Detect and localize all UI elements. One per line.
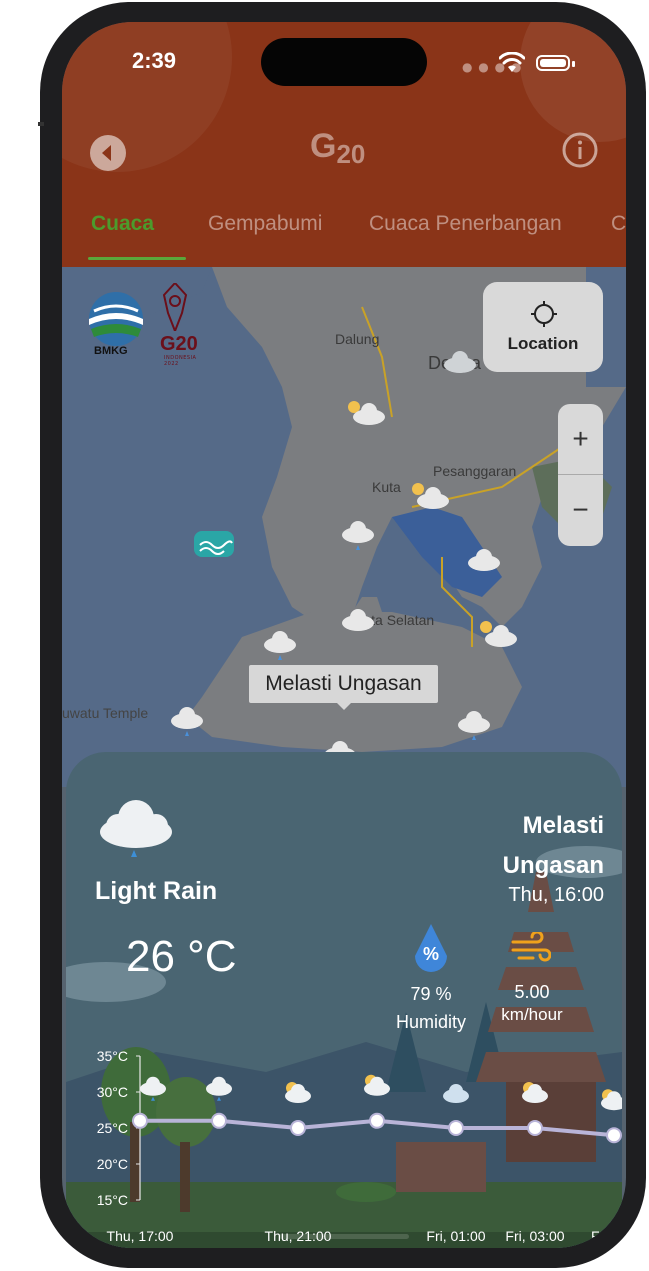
humidity-percent-symbol: % bbox=[422, 944, 439, 964]
partly-cloudy-icon bbox=[522, 1082, 548, 1103]
status-icons: ● ● ● ● bbox=[462, 52, 582, 74]
tab-cuaca-penerbangan[interactable]: Cuaca Penerbangan bbox=[369, 212, 562, 236]
home-indicator bbox=[279, 1234, 409, 1239]
partly-cloudy-icon bbox=[364, 1074, 390, 1096]
chart-point bbox=[606, 1127, 622, 1144]
chart-point bbox=[211, 1112, 227, 1129]
app-logo-sub: 20 bbox=[336, 139, 366, 169]
zoom-controls: + − bbox=[558, 404, 603, 546]
map-label-uluwatu: uwatu Temple bbox=[62, 705, 149, 721]
screen: 2:39 ● ● ● ● G20 Cuaca Gempabumi Cuaca P… bbox=[62, 22, 626, 1248]
map-label-pesanggaran: Pesanggaran bbox=[433, 463, 517, 479]
wind-value: 5.00 bbox=[514, 982, 550, 1002]
tab-cuaca[interactable]: Cuaca bbox=[91, 212, 154, 236]
location-name-line2: Ungasan bbox=[502, 852, 604, 879]
map-callout[interactable]: Melasti Ungasan bbox=[249, 665, 438, 710]
location-button[interactable]: Location bbox=[483, 282, 603, 372]
map-wave-icon[interactable] bbox=[192, 529, 236, 559]
humidity-label: Humidity bbox=[395, 1012, 466, 1032]
tab-gempabumi[interactable]: Gempabumi bbox=[208, 212, 322, 236]
zoom-out-button[interactable]: − bbox=[558, 475, 603, 545]
chart-x-tick-label: Thu, 17:00 bbox=[107, 1228, 174, 1244]
chart-y-tick-label: 20°C bbox=[97, 1156, 128, 1172]
chart-point bbox=[448, 1120, 464, 1136]
map-weather-partly-cloudy-icon[interactable] bbox=[344, 395, 388, 427]
bmkg-logo-text: BMKG bbox=[94, 345, 128, 357]
forecast-datetime: Thu, 16:00 bbox=[508, 884, 604, 906]
humidity-drop-icon: % bbox=[411, 922, 451, 978]
zoom-in-button[interactable]: + bbox=[558, 404, 603, 474]
temperature: 26 °C bbox=[126, 932, 237, 981]
chart-point bbox=[290, 1120, 306, 1136]
map-weather-cloudy-icon[interactable] bbox=[338, 603, 378, 633]
battery-tip bbox=[572, 61, 575, 67]
side-button bbox=[38, 122, 44, 126]
phone-frame: 2:39 ● ● ● ● G20 Cuaca Gempabumi Cuaca P… bbox=[38, 2, 646, 1268]
info-icon[interactable] bbox=[561, 131, 599, 169]
chart-point bbox=[527, 1120, 543, 1136]
chart-point bbox=[369, 1112, 385, 1129]
crosshair-icon bbox=[531, 301, 557, 327]
map-weather-cloudy-icon[interactable] bbox=[464, 543, 504, 573]
chart-x-tick-label: Fri, 03:00 bbox=[505, 1228, 564, 1244]
status-time: 2:39 bbox=[132, 48, 177, 73]
back-arrow-icon bbox=[102, 145, 111, 161]
tab-more[interactable]: C bbox=[611, 212, 626, 236]
map-label-dalung: Dalung bbox=[335, 331, 380, 347]
partly-cloudy-icon bbox=[601, 1089, 622, 1111]
map-weather-partly-cloudy-icon[interactable] bbox=[476, 617, 520, 649]
forecast-chart[interactable]: 35°C30°C25°C20°C15°CThu, 17:00 Thu, 21:00… bbox=[66, 1034, 622, 1244]
location-button-label: Location bbox=[507, 334, 579, 353]
g20-emblem bbox=[162, 283, 188, 331]
cloudy-icon bbox=[443, 1084, 469, 1103]
condition-label: Light Rain bbox=[95, 877, 218, 905]
light-rain-cloud-icon bbox=[100, 800, 172, 857]
chart-y-tick-label: 15°C bbox=[97, 1192, 128, 1208]
map-weather-light-rain-icon[interactable] bbox=[167, 703, 207, 739]
header-glow bbox=[62, 22, 232, 172]
location-name: Melasti Ungasan bbox=[404, 806, 604, 886]
back-button[interactable] bbox=[90, 135, 126, 171]
weather-card: Light Rain 26 °C Melasti Ungasan Thu, 16:… bbox=[66, 752, 622, 1248]
chart-x-tick-label: Fri, 0 bbox=[591, 1228, 622, 1244]
map-weather-light-rain-icon[interactable] bbox=[260, 627, 300, 663]
wind-unit: km/hour bbox=[501, 1005, 563, 1024]
dynamic-island bbox=[261, 38, 427, 86]
map-weather-cloudy-icon[interactable] bbox=[440, 345, 480, 375]
light-rain-icon bbox=[140, 1076, 166, 1101]
wind-icon bbox=[511, 932, 551, 962]
tab-bar: Cuaca Gempabumi Cuaca Penerbangan C bbox=[62, 212, 626, 256]
header-glow bbox=[520, 22, 626, 142]
chart-y-tick-label: 35°C bbox=[97, 1048, 128, 1064]
chart-y-tick-label: 25°C bbox=[97, 1120, 128, 1136]
app-header: 2:39 ● ● ● ● G20 Cuaca Gempabumi Cuaca P… bbox=[62, 22, 626, 267]
map-label-kuta: Kuta bbox=[372, 479, 401, 495]
app-logo: G20 bbox=[310, 127, 365, 170]
bmkg-logo bbox=[89, 292, 143, 346]
light-rain-icon bbox=[206, 1076, 232, 1101]
humidity-value: 79 % bbox=[410, 984, 452, 1004]
chart-y-tick-label: 30°C bbox=[97, 1084, 128, 1100]
app-logo-main: G bbox=[310, 127, 337, 165]
partly-cloudy-icon bbox=[285, 1082, 311, 1103]
g20-logo-text: G20 bbox=[160, 333, 198, 355]
location-name-line1: Melasti bbox=[522, 812, 604, 839]
battery-icon bbox=[536, 55, 570, 71]
chart-point bbox=[132, 1112, 148, 1129]
g20-logo-subtext: INDONESIA 2022 bbox=[164, 355, 197, 367]
chart-x-tick-label: Fri, 01:00 bbox=[426, 1228, 485, 1244]
map-view[interactable]: Dalung Denpa Pesanggaran Kuta Kuta Selat… bbox=[62, 267, 626, 787]
partner-logos: BMKG G20 INDONESIA 2022 bbox=[86, 283, 198, 367]
map-weather-light-rain-icon[interactable] bbox=[338, 517, 378, 553]
map-weather-partly-cloudy-icon[interactable] bbox=[408, 481, 452, 513]
wifi-icon bbox=[499, 52, 525, 72]
map-weather-light-rain-icon[interactable] bbox=[454, 707, 494, 743]
tab-indicator bbox=[88, 257, 186, 260]
